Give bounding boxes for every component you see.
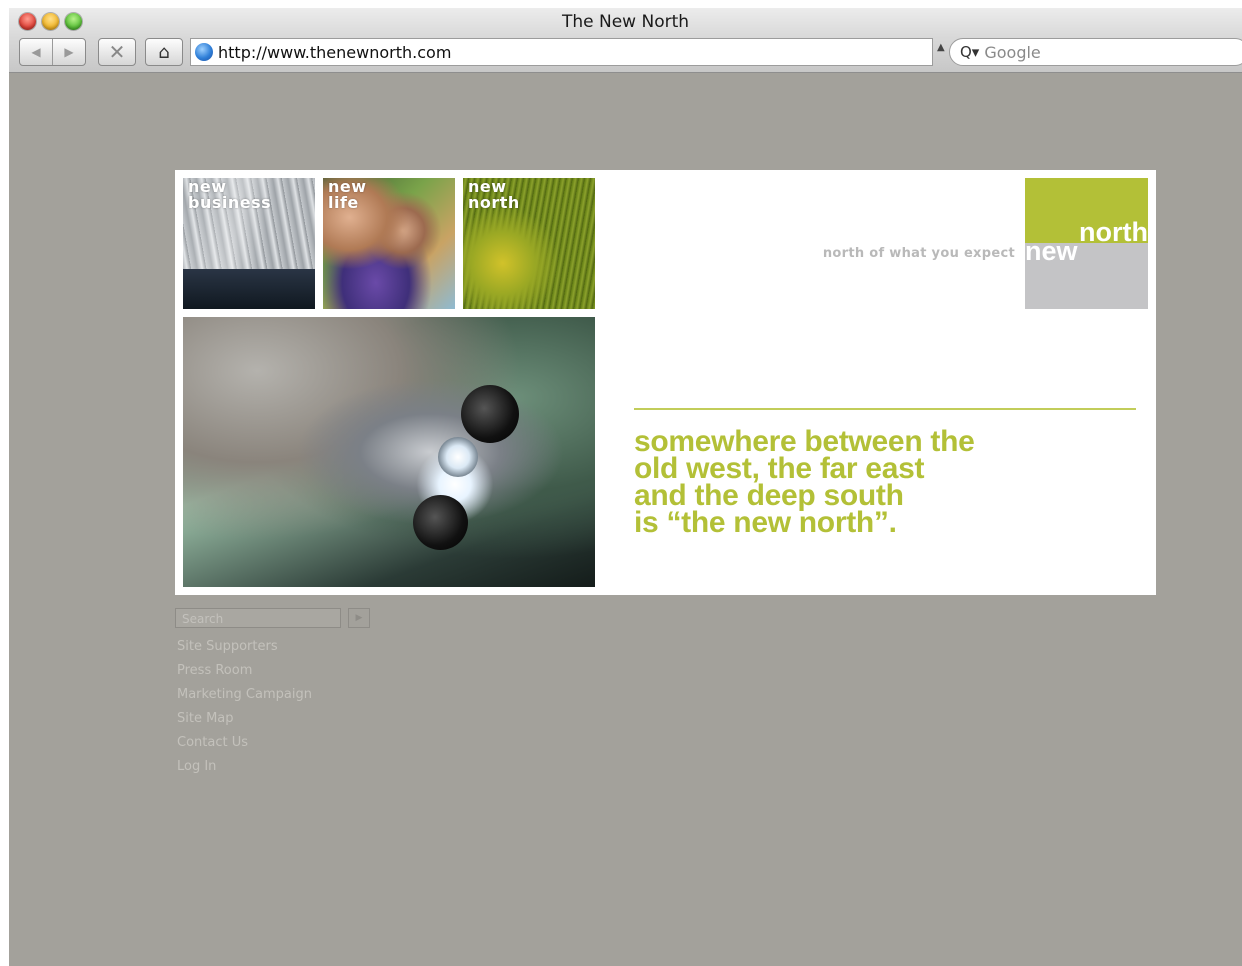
contact-us-link[interactable]: Contact Us	[177, 735, 312, 759]
logo-word-north: north	[1079, 217, 1148, 247]
site-search-go-button[interactable]: ▶	[348, 608, 370, 628]
window-title: The New North	[561, 12, 690, 32]
browser-toolbar: The New North ◀ ▶ ✕ ⌂ http://www.thenewn…	[9, 8, 1242, 73]
new-north-tile[interactable]: new north	[463, 178, 595, 309]
tile-label: new business	[188, 179, 271, 211]
browser-window: The New North ◀ ▶ ✕ ⌂ http://www.thenewn…	[9, 8, 1242, 966]
browser-search-field[interactable]: Q▾ Google	[949, 38, 1242, 66]
search-placeholder: Google	[984, 42, 1041, 62]
surgeon-photo	[183, 317, 595, 587]
site-supporters-link[interactable]: Site Supporters	[177, 639, 312, 663]
headline-line: and the deep south	[634, 479, 904, 512]
tagline: north of what you expect	[822, 246, 1015, 261]
search-icon[interactable]: Q▾	[960, 43, 979, 61]
tile-label: new life	[328, 179, 367, 211]
lens-icon	[461, 385, 519, 443]
back-forward-buttons: ◀ ▶	[19, 38, 86, 66]
hero-card: new business new life new north north ne…	[175, 170, 1156, 595]
headline-line: is “the new north”.	[634, 506, 897, 539]
headline: somewhere between the old west, the far …	[634, 425, 1114, 539]
address-bar[interactable]: http://www.thenewnorth.com	[190, 38, 933, 66]
forward-button[interactable]: ▶	[52, 39, 85, 65]
divider	[634, 408, 1136, 410]
tile-label-line: business	[188, 193, 272, 212]
tile-label: new north	[468, 179, 520, 211]
new-business-tile[interactable]: new business	[183, 178, 315, 309]
marketing-campaign-link[interactable]: Marketing Campaign	[177, 687, 312, 711]
tile-photo-detail	[183, 269, 315, 309]
globe-icon	[195, 43, 213, 61]
lens-icon	[413, 495, 468, 550]
headline-line: somewhere between the	[634, 425, 975, 458]
new-north-logo[interactable]: north new	[1025, 178, 1148, 309]
site-search-input[interactable]: Search	[175, 608, 341, 628]
tile-label-line: north	[468, 193, 520, 212]
light-icon	[438, 437, 478, 477]
back-button[interactable]: ◀	[20, 39, 52, 65]
tile-label-line: life	[328, 193, 359, 212]
headline-line: old west, the far east	[634, 452, 925, 485]
url-dropdown-icon[interactable]: ▲	[937, 42, 945, 53]
site-map-link[interactable]: Site Map	[177, 711, 312, 735]
press-room-link[interactable]: Press Room	[177, 663, 312, 687]
footer-links: Site Supporters Press Room Marketing Cam…	[177, 639, 312, 783]
url-text[interactable]: http://www.thenewnorth.com	[218, 43, 451, 62]
stop-button[interactable]: ✕	[98, 38, 136, 66]
log-in-link[interactable]: Log In	[177, 759, 312, 783]
home-button[interactable]: ⌂	[145, 38, 183, 66]
new-life-tile[interactable]: new life	[323, 178, 455, 309]
logo-word-new: new	[1025, 236, 1078, 266]
